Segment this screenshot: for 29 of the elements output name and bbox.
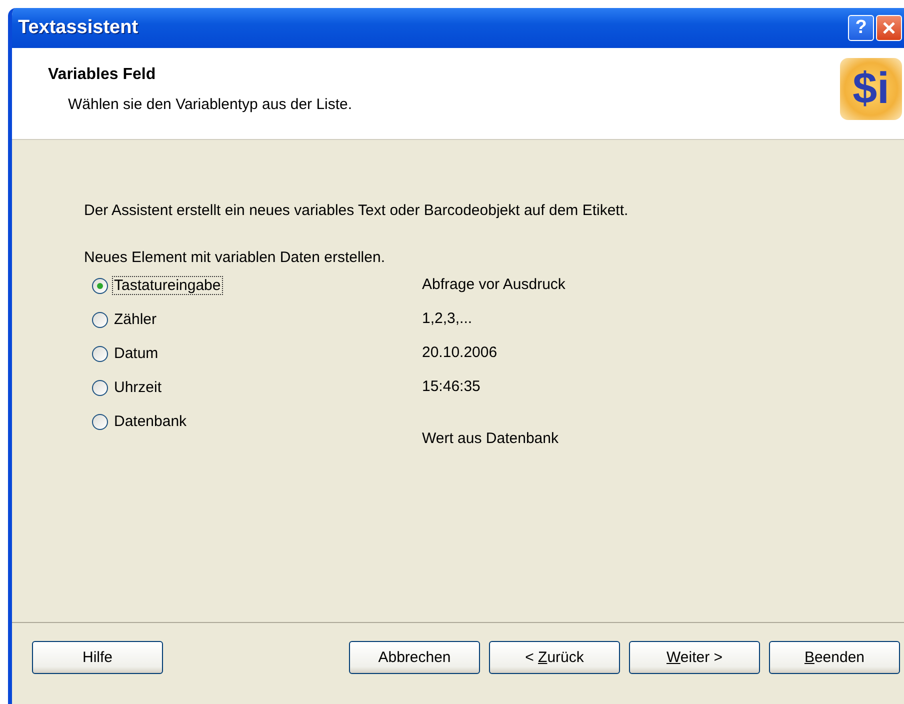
- option-description: Wert aus Datenbank: [422, 430, 558, 447]
- option-label[interactable]: Uhrzeit: [112, 378, 164, 397]
- option-label[interactable]: Datenbank: [112, 412, 189, 431]
- wizard-button[interactable]: Beenden: [769, 641, 900, 674]
- option-label[interactable]: Tastatureingabe: [112, 276, 223, 295]
- option-label[interactable]: Datum: [112, 344, 160, 363]
- wizard-button[interactable]: Abbrechen: [349, 641, 480, 674]
- page-title: Variables Feld: [48, 66, 157, 84]
- option-description: 15:46:35: [422, 378, 480, 395]
- radio-button[interactable]: [92, 278, 108, 294]
- radio-button[interactable]: [92, 380, 108, 396]
- radio-button[interactable]: [92, 312, 108, 328]
- option-description: 20.10.2006: [422, 344, 498, 361]
- prompt-text: Neues Element mit variablen Daten erstellen.: [84, 249, 386, 266]
- window-title: Textassistent: [18, 17, 138, 39]
- intro-text: Der Assistent erstellt ein neues variables Text oder Barcodeobjekt auf dem Etikett.: [84, 202, 630, 219]
- radio-button[interactable]: [92, 346, 108, 362]
- option-description: 1,2,3,...: [422, 310, 472, 327]
- wizard-button[interactable]: < Zurück: [489, 641, 620, 674]
- help-button[interactable]: Hilfe: [32, 641, 163, 674]
- help-button[interactable]: ?: [848, 15, 874, 41]
- close-button[interactable]: [876, 15, 902, 41]
- close-icon: [882, 21, 896, 35]
- radio-button[interactable]: [92, 414, 108, 430]
- option-label[interactable]: Zähler: [112, 310, 159, 329]
- option-description: Abfrage vor Ausdruck: [422, 276, 566, 293]
- page-subtitle: Wählen sie den Variablentyp aus der Liste.: [68, 96, 352, 113]
- wizard-button[interactable]: Weiter >: [629, 641, 760, 674]
- logo: $i: [840, 58, 902, 120]
